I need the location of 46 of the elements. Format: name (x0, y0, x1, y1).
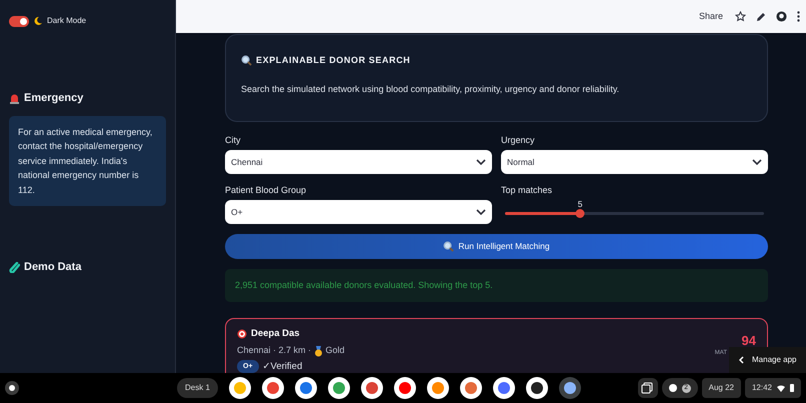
run-matching-button[interactable]: Run Intelligent Matching (225, 234, 768, 259)
verified-label: ✓Verified (262, 360, 302, 373)
chevron-down-icon (476, 209, 486, 215)
chevron-left-icon (739, 356, 744, 364)
target-icon (237, 329, 247, 340)
battery-icon (790, 384, 794, 392)
pencil-icon[interactable] (756, 12, 766, 22)
magnifier-icon (443, 241, 454, 252)
card-description: Search the simulated network using blood compatibility, proximity, urgency and donor reliability. (241, 82, 620, 96)
donor-details: Chennai · 2.7 km · (237, 344, 312, 358)
toggle-label: Dark Mode (47, 15, 86, 27)
siren-icon (9, 92, 20, 104)
info-panel: For an active medical emergency, contact the hospital/emergency service immediately. India's national emergency number is 112. (9, 116, 166, 206)
slider-track[interactable] (505, 212, 764, 215)
select-field[interactable]: Chennai (225, 150, 492, 174)
wifi-icon (777, 384, 785, 392)
status-tray[interactable]: 12:42 (744, 378, 801, 398)
section-heading: Emergency (24, 91, 84, 106)
tooltip: Manage app (729, 347, 806, 373)
dark-mode-toggle[interactable] (9, 16, 29, 26)
launcher-button[interactable] (5, 381, 19, 395)
desk-button[interactable]: Desk 1 (177, 378, 218, 398)
window-stack-icon[interactable] (638, 378, 658, 398)
field-label: Patient Blood Group (225, 184, 308, 196)
moon-icon (33, 16, 43, 26)
select-field[interactable]: Normal (501, 150, 768, 174)
chevron-down-icon (476, 159, 486, 165)
section-heading: Demo Data (24, 260, 82, 275)
field-label: City (225, 134, 242, 146)
match-score: 94 (742, 332, 756, 350)
star-icon[interactable] (735, 11, 746, 22)
magnifier-icon (241, 55, 252, 66)
success-message: 2,951 compatible available donors evaluated. Showing the top 5. (225, 269, 768, 302)
field-label: Urgency (501, 134, 536, 146)
share-button[interactable]: Share (696, 10, 725, 24)
slider-value: 5 (578, 198, 582, 211)
more-menu-icon[interactable] (797, 11, 800, 22)
chevron-down-icon (752, 159, 762, 165)
tier-label: Gold (326, 344, 345, 358)
field-label: Top matches (501, 184, 554, 196)
slider-thumb[interactable] (576, 209, 585, 218)
date-button[interactable]: Aug 22 (702, 378, 741, 398)
card-title: EXPLAINABLE DONOR SEARCH (256, 54, 410, 67)
donor-name: Deepa Das (251, 327, 300, 341)
select-field[interactable]: O+ (225, 200, 492, 224)
medal-icon (314, 346, 323, 356)
